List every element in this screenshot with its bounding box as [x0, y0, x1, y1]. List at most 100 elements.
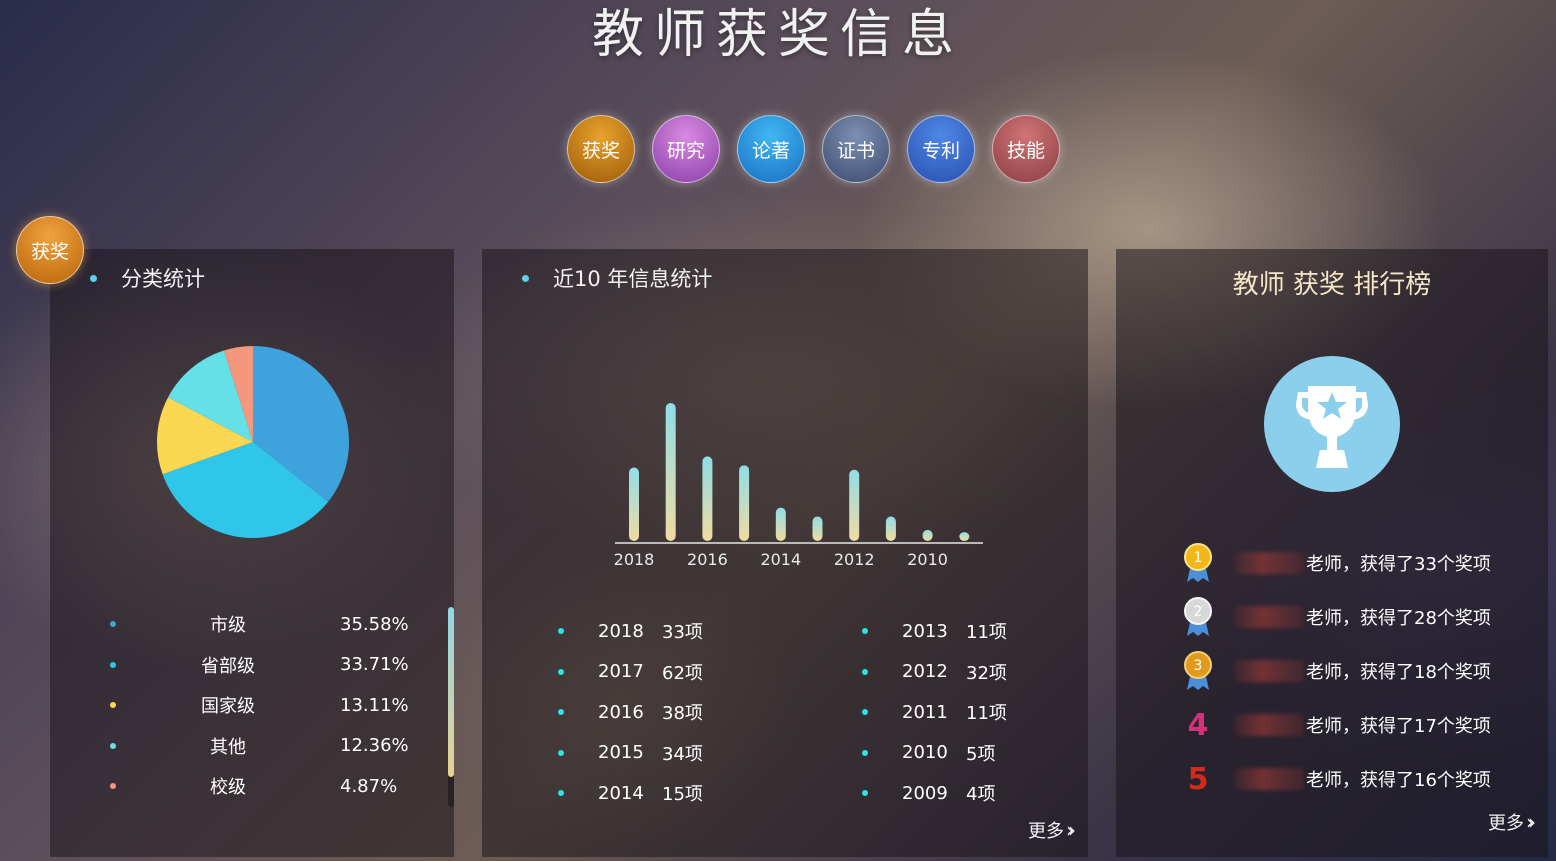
ranking-row[interactable]: 2 老师，获得了28个奖项	[1180, 590, 1491, 644]
legend-name: 市级	[210, 615, 246, 637]
ranking-text: 老师，获得了16个奖项	[1306, 770, 1491, 791]
bar-2017[interactable]	[665, 403, 676, 541]
more-label: 更多	[1488, 813, 1524, 834]
category-nav: 获奖 研究 论著 证书 专利 技能	[567, 115, 1060, 183]
rank-number: 4	[1187, 707, 1209, 743]
ranking-row[interactable]: 5 老师，获得了16个奖项	[1180, 752, 1491, 806]
year-row[interactable]: 2018 33项	[558, 611, 703, 652]
year-row[interactable]: 2013 11项	[862, 611, 1007, 652]
section-badge: 获奖	[16, 216, 84, 284]
silver-medal-icon: 2	[1180, 595, 1216, 639]
year-count: 34项	[662, 743, 703, 765]
legend-scrollbar[interactable]	[448, 607, 454, 807]
year-row[interactable]: 2017 62项	[558, 652, 703, 693]
classification-title: 分类统计	[90, 263, 205, 293]
bullet-dot	[522, 274, 529, 282]
year-row[interactable]: 2011 11项	[862, 692, 1007, 733]
ranking-text: 老师，获得了33个奖项	[1306, 554, 1491, 575]
x-tick-label: 2018	[614, 550, 655, 569]
legend-name: 省部级	[201, 655, 255, 677]
more-label: 更多	[1028, 821, 1064, 842]
bronze-medal-icon: 3	[1180, 649, 1216, 693]
teacher-name-redacted	[1234, 606, 1304, 628]
year-list-right: 2013 11项 2012 32项 2011 11项 2010 5项 2009 4项	[862, 611, 1007, 814]
medal-rank-number: 2	[1194, 604, 1203, 620]
legend-item[interactable]: 市级 35.58%	[110, 604, 410, 645]
year-count: 15项	[662, 784, 703, 806]
ranking-panel: 教师 获奖 排行榜 1 老师，获得了33个奖项 2 老师，获得了28个奖项 3 …	[1116, 249, 1548, 857]
bar-2009[interactable]	[959, 532, 970, 541]
scrollbar-thumb[interactable]	[448, 607, 454, 777]
bar-2012[interactable]	[849, 469, 860, 541]
legend-percent: 4.87%	[340, 775, 398, 797]
legend-name: 其他	[210, 736, 246, 758]
teacher-name-redacted	[1234, 552, 1304, 574]
tab-skills[interactable]: 技能	[992, 115, 1060, 183]
year-row[interactable]: 2009 4项	[862, 773, 1007, 814]
legend-percent: 33.71%	[340, 654, 409, 676]
x-tick-label: 2014	[760, 550, 801, 569]
teacher-name-redacted	[1234, 714, 1304, 736]
bar-2010[interactable]	[922, 529, 933, 541]
x-tick-label: 2012	[834, 550, 875, 569]
legend-item[interactable]: 国家级 13.11%	[110, 685, 410, 726]
bullet-dot	[862, 749, 868, 756]
bar-2014[interactable]	[775, 507, 786, 541]
legend-item[interactable]: 校级 4.87%	[110, 766, 410, 807]
rank-number: 5	[1187, 761, 1209, 797]
tab-patents[interactable]: 专利	[907, 115, 975, 183]
year-row[interactable]: 2010 5项	[862, 733, 1007, 774]
year-row[interactable]: 2014 15项	[558, 773, 703, 814]
bar-2015[interactable]	[739, 465, 750, 541]
legend-name: 国家级	[201, 696, 255, 718]
bullet-dot	[558, 709, 564, 716]
tab-publications[interactable]: 论著	[737, 115, 805, 183]
year-row[interactable]: 2012 32项	[862, 652, 1007, 693]
year-count: 11项	[966, 703, 1007, 725]
bullet-dot	[558, 790, 564, 797]
year-count: 4项	[966, 784, 996, 806]
year-label: 2017	[598, 661, 644, 683]
yearly-more-link[interactable]: 更多 ››	[1028, 817, 1076, 843]
medal-rank-number: 3	[1194, 658, 1203, 674]
bullet-dot	[558, 628, 564, 635]
legend-percent: 13.11%	[340, 694, 409, 716]
tab-awards[interactable]: 获奖	[567, 115, 635, 183]
classification-panel: 分类统计 市级 35.58% 省部级 33.71% 国家级 13.11% 其他 …	[50, 249, 454, 857]
ranking-list: 1 老师，获得了33个奖项 2 老师，获得了28个奖项 3 老师，获得了18个奖…	[1180, 536, 1491, 806]
ranking-row[interactable]: 3 老师，获得了18个奖项	[1180, 644, 1491, 698]
tab-certificates[interactable]: 证书	[822, 115, 890, 183]
year-count: 5项	[966, 743, 996, 765]
year-label: 2012	[902, 661, 948, 683]
bar-2018[interactable]	[629, 467, 639, 541]
legend-percent: 12.36%	[340, 735, 409, 757]
bullet-dot	[862, 790, 868, 797]
tab-research[interactable]: 研究	[652, 115, 720, 183]
classification-title-text: 分类统计	[121, 267, 205, 291]
year-row[interactable]: 2015 34项	[558, 733, 703, 774]
legend-item[interactable]: 其他 12.36%	[110, 726, 410, 767]
bar-2011[interactable]	[885, 516, 896, 541]
ranking-more-link[interactable]: 更多 ››	[1488, 809, 1536, 835]
bar-2013[interactable]	[812, 516, 823, 541]
year-list-left: 2018 33项 2017 62项 2016 38项 2015 34项 2014 15项	[558, 611, 703, 814]
bullet-dot	[862, 668, 868, 675]
year-count: 32项	[966, 662, 1007, 684]
bullet-dot	[558, 668, 564, 675]
medal-rank-number: 1	[1194, 550, 1203, 566]
x-tick-label: 2010	[907, 550, 948, 569]
ranking-text: 老师，获得了17个奖项	[1306, 716, 1491, 737]
ranking-title: 教师 获奖 排行榜	[1232, 270, 1432, 300]
year-label: 2014	[598, 782, 644, 804]
ranking-row[interactable]: 4 老师，获得了17个奖项	[1180, 698, 1491, 752]
yearly-title-text: 近10 年信息统计	[553, 267, 713, 291]
ranking-row[interactable]: 1 老师，获得了33个奖项	[1180, 536, 1491, 590]
bullet-dot	[862, 709, 868, 716]
legend-item[interactable]: 省部级 33.71%	[110, 645, 410, 686]
year-count: 38项	[662, 703, 703, 725]
double-chevron-right-icon: ››	[1526, 810, 1536, 834]
bar-2016[interactable]	[702, 456, 713, 541]
pie-chart	[155, 344, 351, 544]
year-row[interactable]: 2016 38项	[558, 692, 703, 733]
bullet-dot	[862, 628, 868, 635]
